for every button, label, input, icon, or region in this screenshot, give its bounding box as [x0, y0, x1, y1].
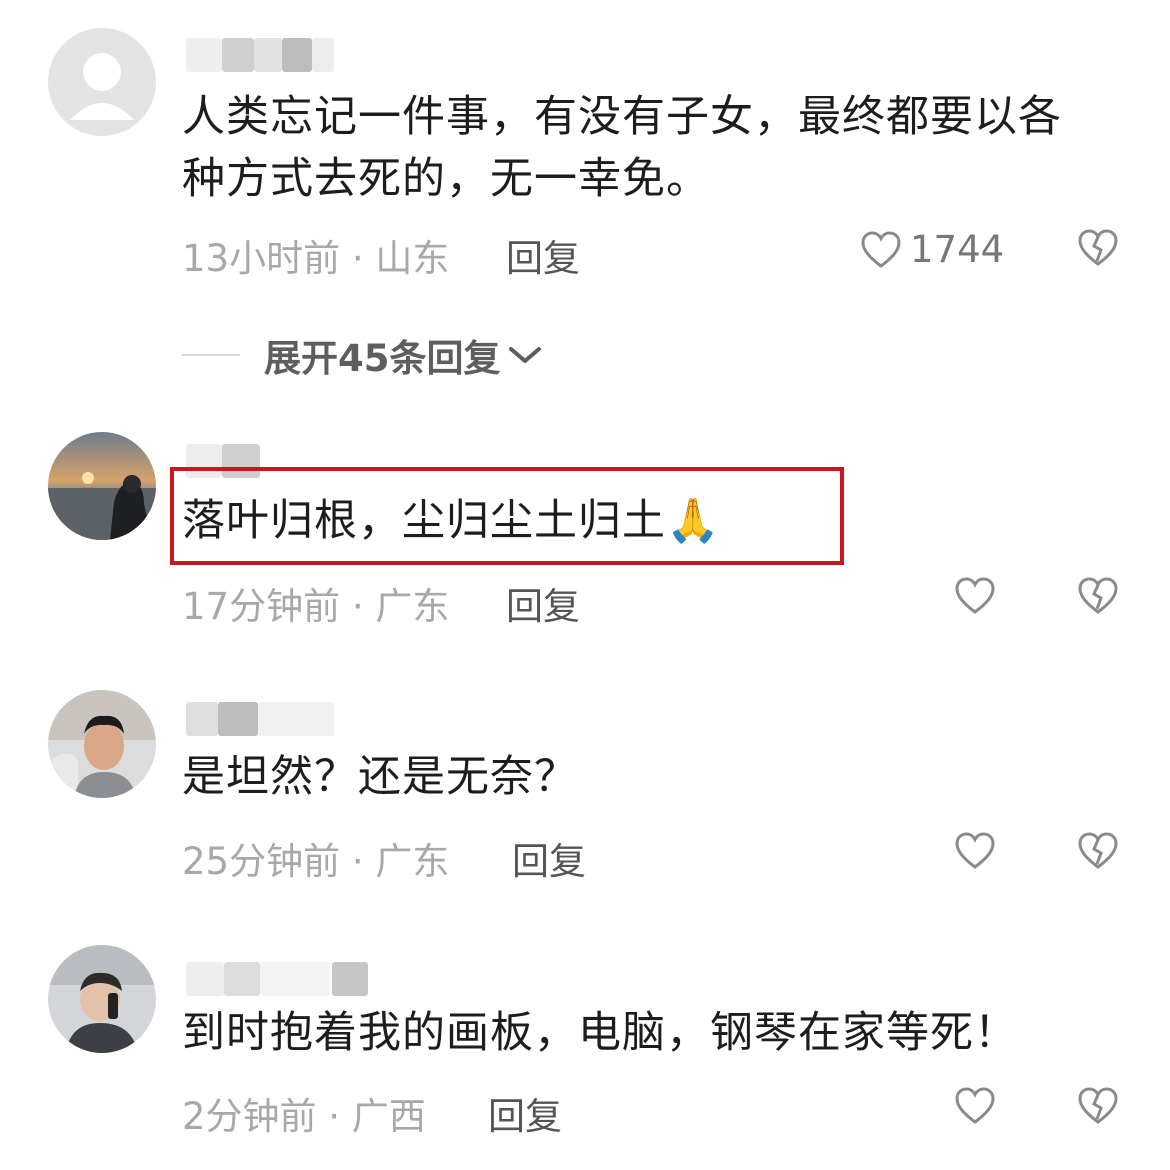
dislike-button[interactable] [1077, 831, 1119, 875]
man-selfie-photo-icon [48, 690, 156, 798]
comment-location: 广西 [351, 1095, 426, 1138]
avatar[interactable] [48, 432, 156, 540]
broken-heart-icon [1078, 577, 1118, 614]
meta-separator: · [316, 1095, 352, 1138]
comment-text-line: 人类忘记一件事，有没有子女，最终都要以各 [182, 92, 1062, 142]
comment-location: 广东 [375, 840, 450, 883]
avatar[interactable] [48, 945, 156, 1053]
comment-location: 广东 [375, 585, 450, 628]
dislike-button[interactable] [1077, 1086, 1119, 1130]
like-button[interactable] [954, 831, 996, 871]
person-photo-icon [48, 945, 156, 1053]
dislike-button[interactable] [1077, 576, 1119, 620]
avatar[interactable] [48, 28, 156, 136]
like-button[interactable] [954, 576, 996, 616]
comment-meta: 25分钟前 · 广东 [182, 831, 449, 885]
dislike-button[interactable] [1077, 228, 1119, 272]
like-button[interactable]: 1744 [860, 228, 1004, 271]
default-user-avatar-icon [48, 28, 156, 136]
sunset-beach-photo-icon [48, 432, 156, 540]
comment-text: 是坦然？还是无奈？ [182, 746, 578, 808]
comment-meta: 17分钟前 · 广东 [182, 576, 449, 630]
broken-heart-icon [1078, 229, 1118, 266]
comment-meta: 2分钟前 · 广西 [182, 1086, 426, 1140]
expand-divider [182, 354, 240, 356]
comment-text-line: 种方式去死的，无一幸免。 [182, 154, 710, 204]
expand-replies-label: 展开45条回复 [264, 337, 501, 380]
comment-time: 13小时前 [182, 237, 341, 280]
comment-text-line: 是坦然？还是无奈？ [182, 752, 578, 802]
heart-icon [955, 1087, 995, 1124]
comment-text-line: 到时抱着我的画板，电脑，钢琴在家等死！ [182, 1008, 1018, 1058]
comment-time: 25分钟前 [182, 840, 341, 883]
comment-time: 2分钟前 [182, 1095, 317, 1138]
heart-icon [955, 832, 995, 869]
heart-icon [861, 230, 901, 268]
broken-heart-icon [1078, 1087, 1118, 1124]
reply-button[interactable]: 回复 [506, 576, 580, 630]
like-button[interactable] [954, 1086, 996, 1126]
broken-heart-icon [1078, 832, 1118, 869]
reply-button[interactable]: 回复 [512, 831, 586, 885]
heart-icon [955, 577, 995, 614]
comment-meta: 13小时前 · 山东 [182, 228, 449, 282]
avatar[interactable] [48, 690, 156, 798]
chevron-down-icon [508, 347, 541, 363]
like-count: 1744 [910, 228, 1005, 271]
username-redacted[interactable] [182, 38, 334, 72]
reply-button[interactable]: 回复 [488, 1086, 562, 1140]
expand-replies-button[interactable]: 展开45条回复 [182, 330, 543, 380]
meta-separator: · [340, 585, 376, 628]
highlight-box [170, 467, 844, 565]
comment-location: 山东 [375, 237, 450, 280]
comment-text: 到时抱着我的画板，电脑，钢琴在家等死！ [182, 1002, 1018, 1064]
username-redacted[interactable] [182, 962, 372, 996]
reply-button[interactable]: 回复 [506, 228, 580, 282]
username-redacted[interactable] [182, 702, 352, 736]
meta-separator: · [340, 840, 376, 883]
meta-separator: · [340, 237, 376, 280]
comment-text: 人类忘记一件事，有没有子女，最终都要以各 种方式去死的，无一幸免。 [182, 86, 1062, 210]
comment-time: 17分钟前 [182, 585, 341, 628]
